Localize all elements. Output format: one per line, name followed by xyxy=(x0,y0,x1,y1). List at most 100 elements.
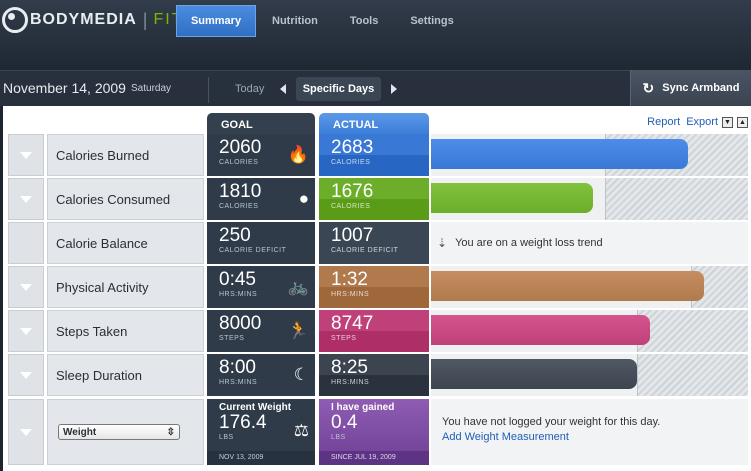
progress-bar xyxy=(431,183,593,213)
previous-arrow-icon[interactable] xyxy=(280,84,286,94)
chevron-down-icon xyxy=(20,327,32,335)
weight-select-value: Weight xyxy=(63,426,97,438)
weight-select-cell: Weight ⇳ xyxy=(47,399,204,465)
apple-icon: ● xyxy=(298,189,309,208)
chevron-down-icon xyxy=(20,151,32,159)
progress-bar xyxy=(431,271,704,301)
row-toggle-button[interactable] xyxy=(8,266,44,308)
progress-track xyxy=(431,266,748,308)
row-toggle-button[interactable] xyxy=(8,354,44,396)
goal-cell: 0:45 HRS:MINS 🚲 xyxy=(207,266,315,308)
weight-message-text: You have not logged your weight for this… xyxy=(442,416,661,428)
bicycle-icon: 🚲 xyxy=(287,277,309,296)
actual-value: 2683 xyxy=(331,137,374,158)
row-toggle-button xyxy=(8,222,44,264)
progress-bar xyxy=(431,139,688,169)
row-toggle-button[interactable] xyxy=(8,178,44,220)
weight-select[interactable]: Weight ⇳ xyxy=(58,424,180,440)
select-arrows-icon: ⇳ xyxy=(166,426,175,438)
specific-days-button[interactable]: Specific Days xyxy=(296,77,381,101)
metric-label: Physical Activity xyxy=(47,266,204,308)
actual-unit: HRS:MINS xyxy=(331,291,370,298)
goal-hatch xyxy=(637,354,748,396)
collapse-all-icon[interactable]: ▼ xyxy=(722,116,733,128)
metric-label: Calories Consumed xyxy=(47,178,204,220)
weight-row: Weight ⇳ Current Weight 176.4 LBS ⚖ NOV … xyxy=(8,399,748,465)
actual-value: 8747 xyxy=(331,313,374,334)
metric-row: Calories Consumed 1810 CALORIES ● 1676 CALORI… xyxy=(8,178,748,220)
row-toggle-button[interactable] xyxy=(8,134,44,176)
current-day: Saturday xyxy=(131,83,172,94)
tab-settings[interactable]: Settings xyxy=(394,5,469,37)
actual-unit: CALORIES xyxy=(331,203,371,210)
goal-value: 250 xyxy=(219,225,251,246)
logo-circle-icon xyxy=(2,7,28,33)
tab-summary[interactable]: Summary xyxy=(176,5,256,37)
expand-all-icon[interactable]: ▲ xyxy=(737,116,748,128)
sync-armband-button[interactable]: ↻ Sync Armband xyxy=(630,70,751,106)
tab-tools[interactable]: Tools xyxy=(334,5,395,37)
goal-cell: 250 CALORIE DEFICIT xyxy=(207,222,315,264)
panel-links: Report Export ▼ ▲ xyxy=(641,116,748,128)
weight-actual-cell: I have gained 0.4 LBS SINCE JUL 19, 2009 xyxy=(319,399,429,465)
goal-unit: CALORIE DEFICIT xyxy=(219,247,287,254)
top-bar: BODYMEDIA | FIT Summary Nutrition Tools … xyxy=(0,0,751,70)
bodymedia-logo[interactable]: BODYMEDIA | FIT xyxy=(2,6,183,34)
actual-value: 8:25 xyxy=(331,357,368,378)
actual-unit: HRS:MINS xyxy=(331,379,370,386)
actual-unit: CALORIE DEFICIT xyxy=(331,247,399,254)
add-weight-link[interactable]: Add Weight Measurement xyxy=(442,431,748,443)
actual-cell: 8747 STEPS xyxy=(319,310,429,352)
metric-label: Sleep Duration xyxy=(47,354,204,396)
logo-separator: | xyxy=(142,9,148,30)
actual-unit: STEPS xyxy=(331,335,357,342)
row-toggle-button[interactable] xyxy=(8,399,44,465)
metric-label: Calories Burned xyxy=(47,134,204,176)
metric-label: Steps Taken xyxy=(47,310,204,352)
trend-message: ⇣ You are on a weight loss trend xyxy=(431,222,748,264)
actual-unit: CALORIES xyxy=(331,159,371,166)
metric-row: Physical Activity 0:45 HRS:MINS 🚲 1:32 HRS:MI… xyxy=(8,266,748,308)
moon-icon: ☾ xyxy=(293,365,309,384)
progress-track xyxy=(431,178,748,220)
metric-row: Sleep Duration 8:00 HRS:MINS ☾ 8:25 HRS:MINS xyxy=(8,354,748,396)
progress-track xyxy=(431,354,748,396)
progress-track xyxy=(431,134,748,176)
actual-cell: 1:32 HRS:MINS xyxy=(319,266,429,308)
report-link[interactable]: Report xyxy=(647,116,680,128)
actual-cell: 1007 CALORIE DEFICIT xyxy=(319,222,429,264)
goal-cell: 1810 CALORIES ● xyxy=(207,178,315,220)
progress-bar xyxy=(431,315,650,345)
weight-actual-unit: LBS xyxy=(331,434,346,441)
goal-cell: 8:00 HRS:MINS ☾ xyxy=(207,354,315,396)
tab-nutrition[interactable]: Nutrition xyxy=(256,5,334,37)
actual-cell: 2683 CALORIES xyxy=(319,134,429,176)
progress-track xyxy=(431,310,748,352)
goal-column-header: GOAL xyxy=(207,113,315,135)
sync-icon: ↻ xyxy=(642,79,655,96)
today-button[interactable]: Today xyxy=(235,83,264,95)
scale-icon: ⚖ xyxy=(293,421,309,440)
goal-hatch xyxy=(605,178,748,220)
current-date: November 14, 2009 xyxy=(3,80,126,96)
metric-row: Calories Burned 2060 CALORIES 🔥 2683 CALORIES xyxy=(8,134,748,176)
divider xyxy=(208,77,209,103)
actual-column-header: ACTUAL xyxy=(319,113,429,135)
sync-label: Sync Armband xyxy=(662,82,740,94)
metric-row: Calorie Balance 250 CALORIE DEFICIT 1007 CAL… xyxy=(8,222,748,264)
weight-goal-date: NOV 13, 2009 xyxy=(207,451,315,465)
next-arrow-icon[interactable] xyxy=(391,84,397,94)
goal-hatch xyxy=(637,310,748,352)
weight-actual-date: SINCE JUL 19, 2009 xyxy=(319,451,429,465)
weight-goal-cell: Current Weight 176.4 LBS ⚖ NOV 13, 2009 xyxy=(207,399,315,465)
actual-cell: 1676 CALORIES xyxy=(319,178,429,220)
down-trend-icon: ⇣ xyxy=(437,236,448,250)
weight-actual-value: 0.4 xyxy=(331,412,358,433)
export-link[interactable]: Export xyxy=(686,116,718,128)
row-toggle-button[interactable] xyxy=(8,310,44,352)
trend-text: You are on a weight loss trend xyxy=(455,237,603,249)
actual-value: 1676 xyxy=(331,181,374,202)
chevron-down-icon xyxy=(20,371,32,379)
runner-icon: 🏃 xyxy=(287,321,309,340)
logo-brand: BODYMEDIA xyxy=(30,11,137,28)
